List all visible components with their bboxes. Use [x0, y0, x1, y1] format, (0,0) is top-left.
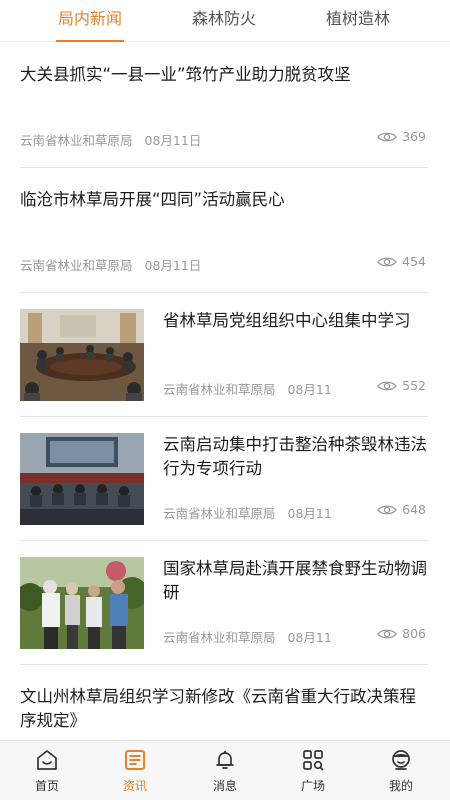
- news-meta: 云南省林业和草原局 08月11: [163, 503, 332, 522]
- news-item[interactable]: 国家林草局赴滇开展禁食野生动物调研 云南省林业和草原局 08月11 806: [20, 541, 428, 665]
- news-item[interactable]: 云南启动集中打击整治种茶毁林违法行为专项行动 云南省林业和草原局 08月11 64…: [20, 417, 428, 541]
- nav-label: 消息: [212, 779, 237, 793]
- news-title: 国家林草局赴滇开展禁食野生动物调研: [163, 559, 427, 602]
- news-title: 大关县抓实“一县一业”筇竹产业助力脱贫攻坚: [20, 65, 351, 84]
- news-source: 云南省林业和草原局: [20, 258, 133, 273]
- view-count: 648: [377, 502, 426, 517]
- view-count: 369: [377, 129, 426, 144]
- tab-label: 森林防火: [191, 9, 256, 28]
- nav-label: 我的: [388, 779, 413, 793]
- nav-messages[interactable]: 消息: [195, 741, 255, 800]
- bottom-nav: 首页 资讯 消息 广场 我的: [0, 740, 450, 800]
- news-source: 云南省林业和草原局: [163, 630, 276, 645]
- tab-label: 植树造林: [325, 9, 390, 28]
- eye-icon: [377, 381, 397, 390]
- home-icon: [37, 750, 57, 770]
- view-count-value: 648: [402, 502, 426, 517]
- news-date: 08月11: [287, 630, 332, 645]
- category-tabs: 局内新闻 森林防火 植树造林: [0, 0, 450, 42]
- news-thumbnail: [20, 557, 144, 649]
- grid-search-icon: [303, 750, 324, 771]
- news-thumbnail: [20, 309, 144, 401]
- tab-local-news[interactable]: 局内新闻: [34, 0, 146, 42]
- eye-icon: [377, 629, 397, 638]
- view-count-value: 454: [402, 254, 426, 269]
- nav-square[interactable]: 广场: [283, 741, 343, 800]
- tab-afforestation[interactable]: 植树造林: [300, 0, 416, 42]
- news-meta: 云南省林业和草原局 08月11: [163, 627, 332, 646]
- news-item[interactable]: 大关县抓实“一县一业”筇竹产业助力脱贫攻坚 云南省林业和草原局 08月11日 36…: [20, 43, 428, 168]
- active-tab-indicator: [56, 40, 124, 42]
- eye-icon: [377, 257, 397, 266]
- news-title: 临沧市林草局开展“四同”活动赢民心: [20, 190, 285, 209]
- news-thumbnail: [20, 433, 144, 525]
- nav-home[interactable]: 首页: [17, 741, 77, 800]
- news-feed[interactable]: 大关县抓实“一县一业”筇竹产业助力脱贫攻坚 云南省林业和草原局 08月11日 36…: [0, 43, 450, 740]
- tab-label: 局内新闻: [57, 9, 122, 28]
- nav-profile[interactable]: 我的: [371, 741, 431, 800]
- bell-icon: [216, 751, 234, 769]
- view-count: 806: [377, 626, 426, 641]
- news-meta: 云南省林业和草原局 08月11日: [20, 255, 201, 274]
- view-count: 552: [377, 378, 426, 393]
- nav-label: 首页: [34, 779, 59, 793]
- news-source: 云南省林业和草原局: [163, 506, 276, 521]
- nav-news[interactable]: 资讯: [105, 741, 165, 800]
- view-count-value: 369: [402, 129, 426, 144]
- news-title: 省林草局党组组织中心组集中学习: [163, 311, 411, 330]
- news-date: 08月11: [287, 382, 332, 397]
- nav-label: 资讯: [122, 779, 147, 793]
- news-title: 云南启动集中打击整治种茶毁林违法行为专项行动: [163, 435, 427, 478]
- view-count: 454: [377, 254, 426, 269]
- news-date: 08月11日: [144, 258, 202, 273]
- news-title: 文山州林草局组织学习新修改《云南省重大行政决策程序规定》: [20, 687, 416, 730]
- view-count-value: 806: [402, 626, 426, 641]
- news-source: 云南省林业和草原局: [163, 382, 276, 397]
- nav-label: 广场: [300, 779, 325, 793]
- news-meta: 云南省林业和草原局 08月11: [163, 379, 332, 398]
- news-item[interactable]: 省林草局党组组织中心组集中学习 云南省林业和草原局 08月11 552: [20, 293, 428, 417]
- news-item[interactable]: 临沧市林草局开展“四同”活动赢民心 云南省林业和草原局 08月11日 454: [20, 168, 428, 293]
- news-date: 08月11: [287, 506, 332, 521]
- profile-icon: [392, 750, 410, 770]
- eye-icon: [377, 505, 397, 514]
- news-date: 08月11日: [144, 133, 202, 148]
- news-meta: 云南省林业和草原局 08月11日: [20, 130, 201, 149]
- news-source: 云南省林业和草原局: [20, 133, 133, 148]
- eye-icon: [377, 132, 397, 141]
- news-item[interactable]: 文山州林草局组织学习新修改《云南省重大行政决策程序规定》: [20, 665, 428, 740]
- tab-forest-fire-prevention[interactable]: 森林防火: [166, 0, 282, 42]
- view-count-value: 552: [402, 378, 426, 393]
- news-icon: [125, 750, 145, 770]
